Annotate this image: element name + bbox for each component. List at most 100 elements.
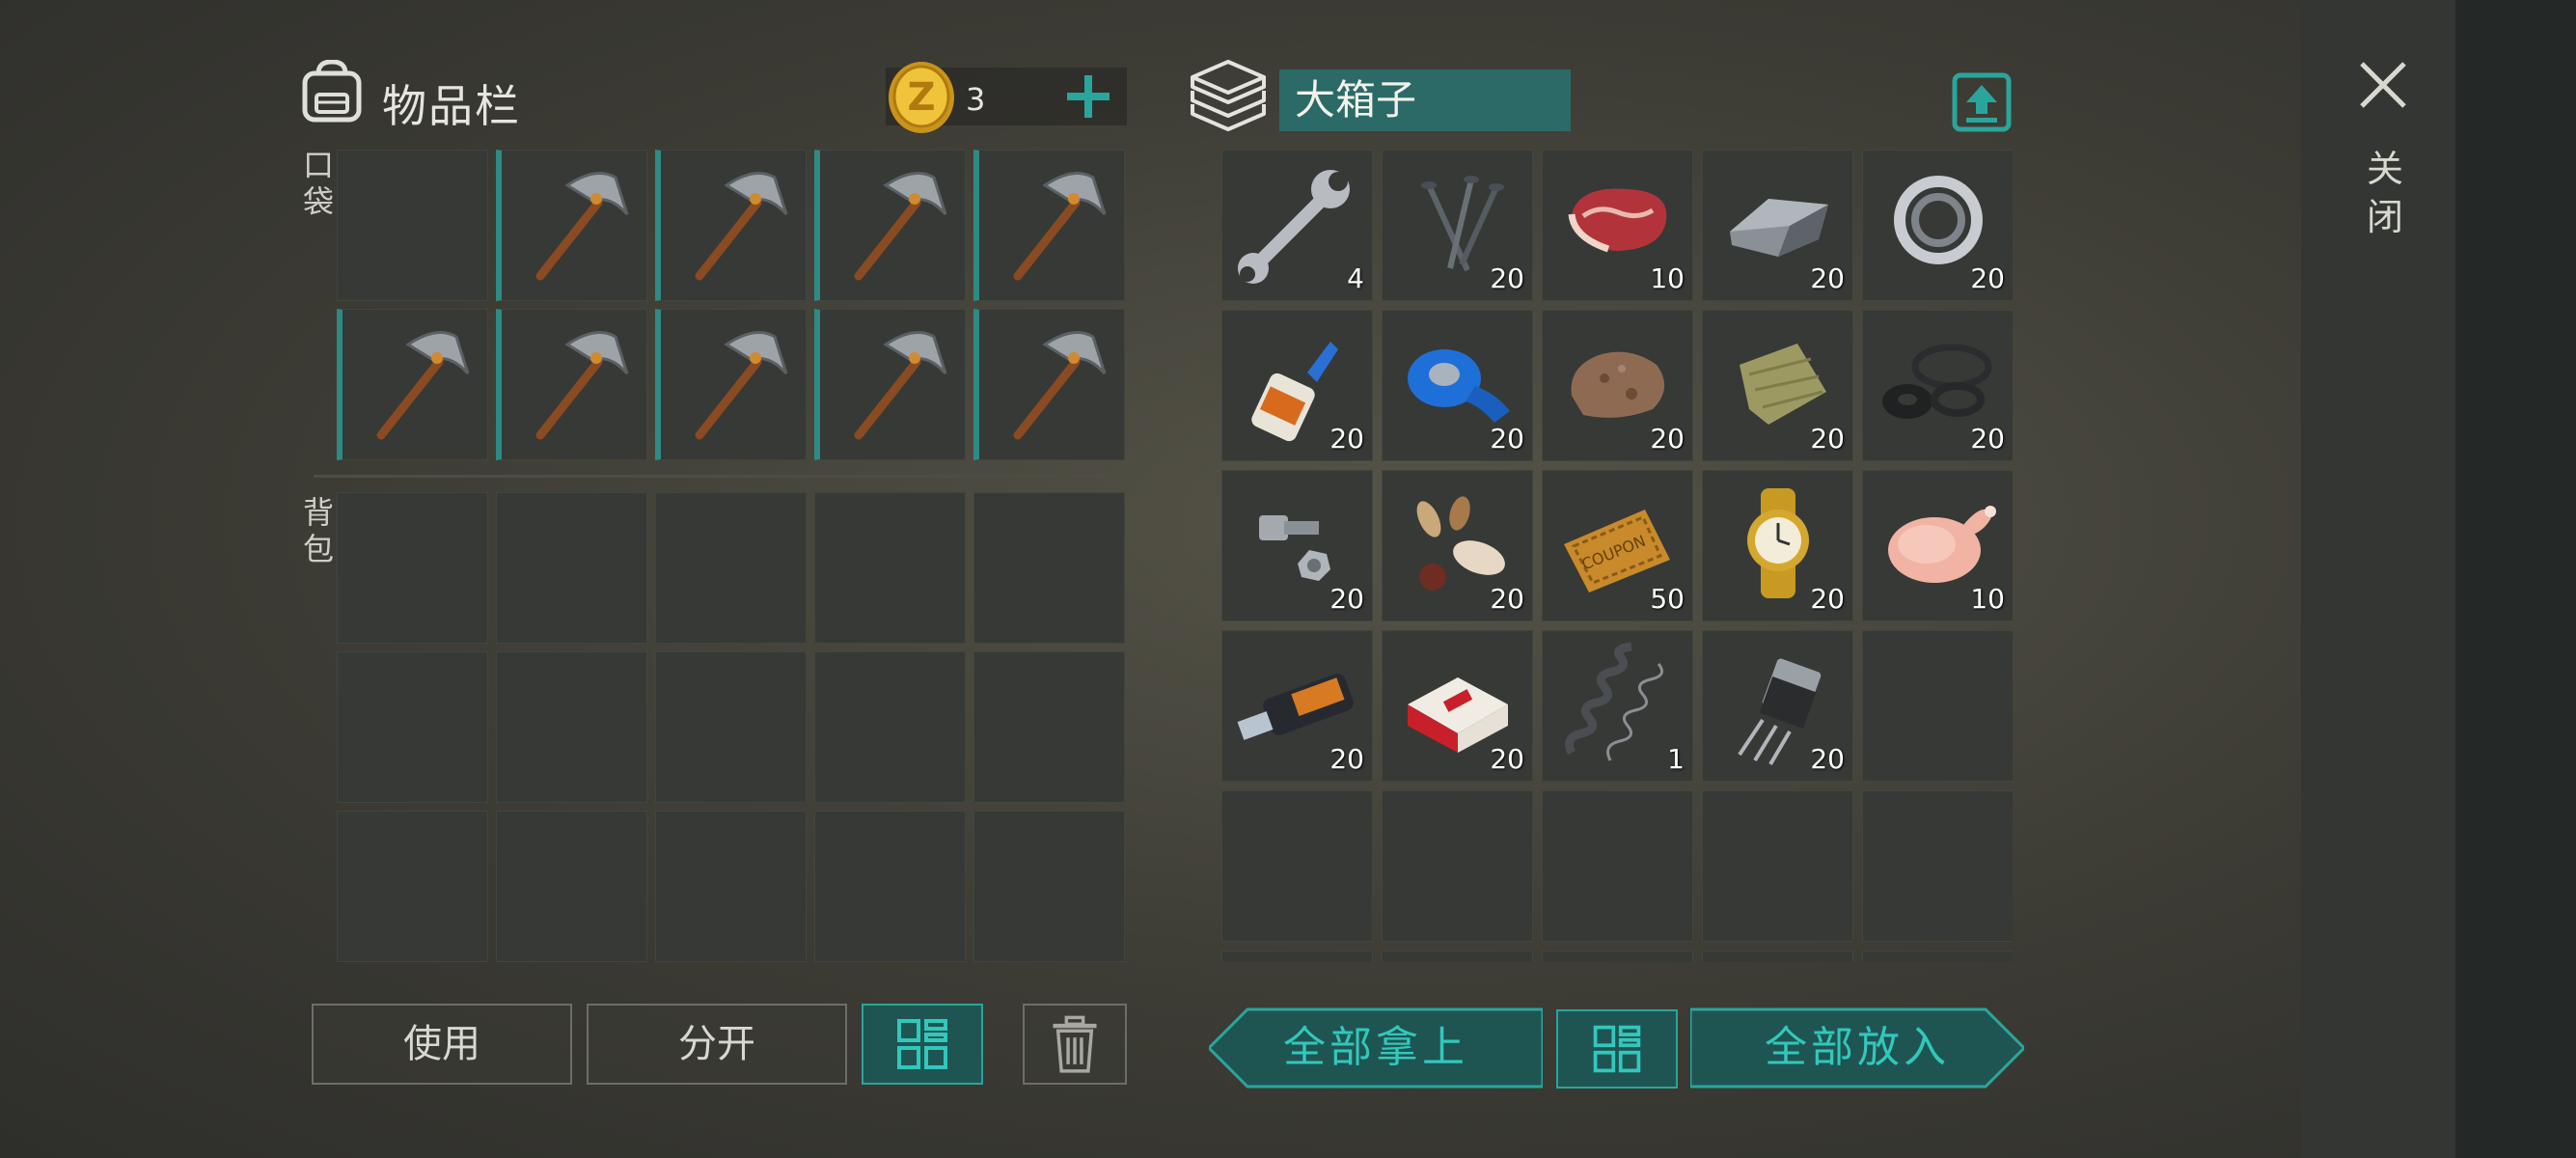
pocket-slot[interactable]	[814, 150, 966, 301]
item-quantity: 20	[1810, 262, 1845, 294]
container-slot[interactable]: 20	[1221, 630, 1373, 782]
pocket-slot[interactable]	[655, 309, 807, 460]
item-quantity: 20	[1810, 423, 1845, 455]
backpack-slot[interactable]	[814, 651, 966, 803]
container-slot[interactable]: 20	[1862, 310, 2013, 461]
container-slot[interactable]	[1862, 790, 2013, 942]
pickaxe-icon	[535, 331, 629, 440]
container-slot[interactable]: 20	[1382, 630, 1533, 782]
delete-button[interactable]	[1023, 1004, 1127, 1085]
pickaxe-icon	[376, 331, 470, 440]
sort-container-button[interactable]	[1556, 1009, 1678, 1089]
container-slot[interactable]	[1382, 790, 1533, 942]
backpack-slot[interactable]	[973, 492, 1125, 644]
container-slot[interactable]: 20	[1382, 310, 1533, 461]
split-button[interactable]: 分开	[587, 1004, 847, 1085]
backpack-slot[interactable]	[655, 492, 807, 644]
backpack-slot[interactable]	[496, 492, 647, 644]
backpack-grid	[337, 492, 1125, 962]
pickaxe-icon	[1013, 331, 1107, 440]
put-all-button[interactable]: 全部放入	[1690, 1007, 2024, 1089]
item-quantity: 20	[1490, 262, 1524, 294]
container-slot[interactable]: 10	[1862, 470, 2013, 621]
container-slot[interactable]: 20	[1702, 150, 1853, 301]
item-quantity: 20	[1970, 262, 2005, 294]
spring-icon	[1565, 642, 1664, 761]
svg-text:Z: Z	[907, 75, 935, 120]
container-slot[interactable]	[1702, 790, 1853, 942]
container-slot[interactable]: 20	[1702, 470, 1853, 621]
coin-icon: Z	[889, 62, 954, 133]
item-quantity: 20	[1810, 743, 1845, 775]
item-quantity: 20	[1490, 743, 1524, 775]
pickaxe-icon	[695, 172, 788, 281]
pickaxe-icon	[854, 172, 947, 281]
pickaxe-icon	[854, 331, 947, 440]
backpack-slot[interactable]	[973, 651, 1125, 803]
pocket-slot[interactable]	[814, 309, 966, 460]
backpack-slot[interactable]	[337, 651, 488, 803]
container-slot[interactable]: 20	[1221, 470, 1373, 621]
container-slot[interactable]	[1221, 951, 1373, 962]
container-slot[interactable]	[1862, 630, 2013, 782]
screen-edge	[2455, 0, 2576, 1158]
pocket-slot[interactable]	[337, 309, 488, 460]
container-slot[interactable]: COUPON 50	[1542, 470, 1693, 621]
export-icon[interactable]	[1951, 71, 2013, 133]
container-slot[interactable]: 20	[1862, 150, 2013, 301]
pocket-slot[interactable]	[655, 150, 807, 301]
container-slot[interactable]	[1542, 951, 1693, 962]
backpack-label: 背包	[302, 494, 334, 567]
container-slot[interactable]	[1382, 951, 1533, 962]
crate-icon	[1191, 60, 1266, 131]
pocket-slot[interactable]	[496, 150, 647, 301]
use-button[interactable]: 使用	[312, 1004, 572, 1085]
item-quantity: 4	[1347, 262, 1364, 294]
container-slot[interactable]	[1221, 790, 1373, 942]
backpack-slot[interactable]	[655, 651, 807, 803]
pocket-slot[interactable]	[973, 309, 1125, 460]
item-quantity: 10	[1970, 583, 2005, 615]
backpack-slot[interactable]	[337, 811, 488, 962]
take-all-button[interactable]: 全部拿上	[1209, 1007, 1543, 1089]
item-quantity: 20	[1490, 583, 1524, 615]
container-scroll-area[interactable]: 4 20 10 20 20 20 20 20 20 20 20 20 COUPON 50 20 10 20 20 1…	[1221, 150, 2013, 962]
container-slot[interactable]: 4	[1221, 150, 1373, 301]
put-all-label: 全部放入	[1765, 1023, 1950, 1072]
add-coins-button[interactable]	[1061, 69, 1115, 124]
container-slot[interactable]: 20	[1221, 310, 1373, 461]
container-slot[interactable]: 20	[1702, 630, 1853, 782]
container-slot[interactable]	[1542, 790, 1693, 942]
container-slot[interactable]: 1	[1542, 630, 1693, 782]
trash-icon	[1053, 1015, 1097, 1073]
pocket-slot[interactable]	[973, 150, 1125, 301]
backpack-slot[interactable]	[496, 811, 647, 962]
container-slot[interactable]: 20	[1702, 310, 1853, 461]
backpack-slot[interactable]	[973, 811, 1125, 962]
close-label[interactable]: 关闭	[2362, 145, 2408, 241]
inventory-title: 物品栏	[382, 80, 521, 132]
container-slot[interactable]: 20	[1542, 310, 1693, 461]
container-slot[interactable]: 20	[1382, 150, 1533, 301]
item-quantity: 20	[1810, 583, 1845, 615]
item-quantity: 20	[1329, 583, 1364, 615]
container-slot[interactable]: 10	[1542, 150, 1693, 301]
backpack-slot[interactable]	[337, 492, 488, 644]
container-slot[interactable]	[1702, 951, 1853, 962]
close-icon[interactable]	[2354, 56, 2412, 114]
pocket-slot[interactable]	[337, 150, 488, 301]
item-quantity: 20	[1329, 743, 1364, 775]
pocket-slot[interactable]	[496, 309, 647, 460]
backpack-slot[interactable]	[814, 492, 966, 644]
pickaxe-icon	[535, 172, 629, 281]
backpack-slot[interactable]	[496, 651, 647, 803]
container-slot[interactable]	[1862, 951, 2013, 962]
backpack-slot[interactable]	[814, 811, 966, 962]
container-grid: 4 20 10 20 20 20 20 20 20 20 20 20 COUPON 50 20 10 20 20 1…	[1221, 150, 2013, 962]
pocket-label: 口袋	[302, 147, 334, 220]
item-quantity: 20	[1329, 423, 1364, 455]
backpack-slot[interactable]	[655, 811, 807, 962]
sort-inventory-button[interactable]	[862, 1004, 983, 1085]
container-slot[interactable]: 20	[1382, 470, 1533, 621]
take-all-label: 全部拿上	[1283, 1023, 1468, 1072]
